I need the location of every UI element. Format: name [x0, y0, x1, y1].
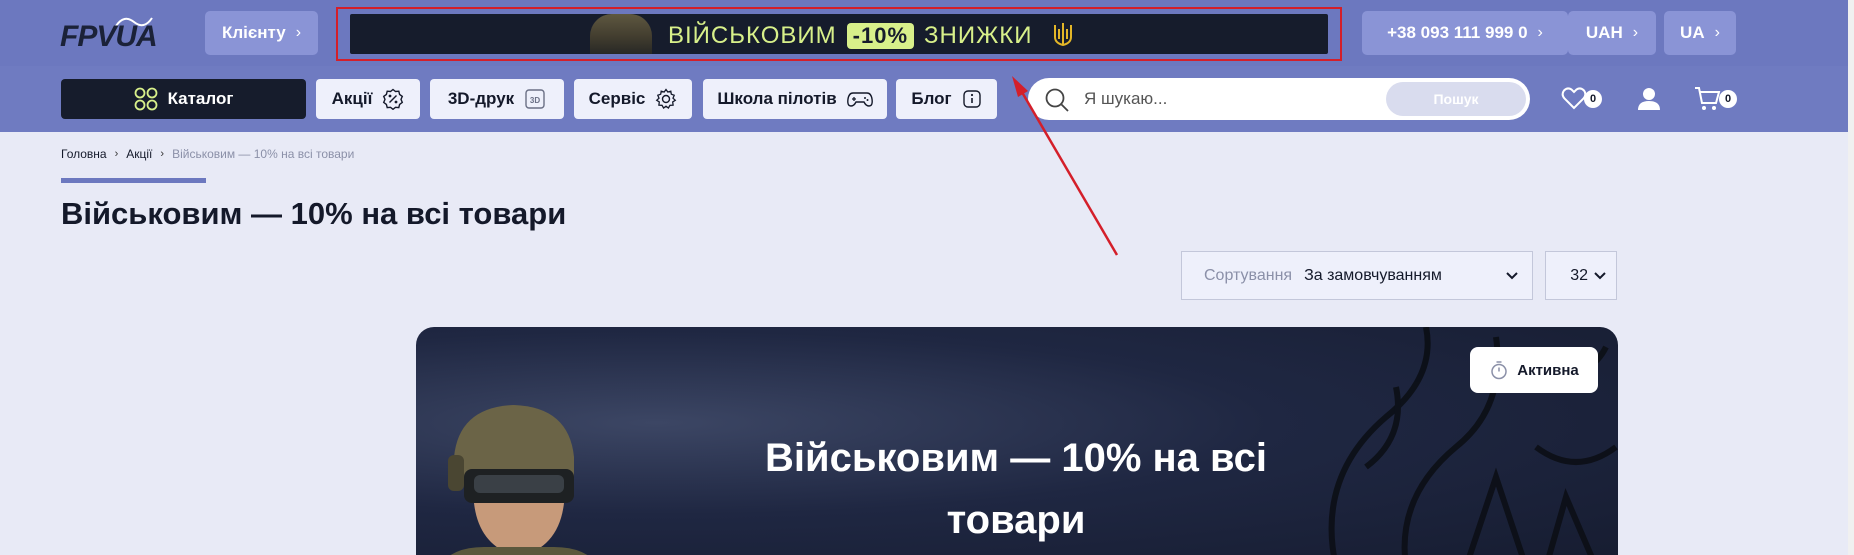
chevron-right-icon: ›	[1714, 24, 1720, 41]
sort-label: Сортування	[1204, 266, 1293, 284]
nav-bar: Каталог Акції 3D-друк 3D Сервіс Школа пі…	[0, 66, 1848, 132]
soldier-image	[448, 405, 588, 555]
nav-item-label: Сервіс	[588, 89, 646, 108]
language-selector[interactable]: UA ›	[1664, 11, 1736, 55]
sort-select[interactable]: Сортування За замовчуванням	[1181, 251, 1533, 300]
sort-value: За замовчуванням	[1304, 266, 1442, 284]
stopwatch-icon	[1491, 361, 1507, 380]
promo-banner-inner: ВІЙСЬКОВИМ -10% ЗНИЖКИ	[350, 14, 1328, 54]
user-icon[interactable]	[1636, 86, 1662, 112]
catalog-button[interactable]: Каталог	[61, 79, 306, 119]
top-bar: FPVUA Клієнту › ВІЙСЬКОВИМ -10% ЗНИЖКИ +…	[0, 0, 1848, 66]
breadcrumb: Головна › Акції › Військовим — 10% на вс…	[61, 147, 354, 161]
nav-item-pilot-school[interactable]: Школа пілотів	[703, 79, 887, 119]
per-page-value: 32	[1570, 266, 1588, 284]
chevron-down-icon	[1594, 271, 1606, 279]
search-button[interactable]: Пошук	[1386, 82, 1526, 116]
promo-hero-banner: Військовим — 10% на всі товари Активна	[416, 327, 1618, 555]
logo[interactable]: FPVUA	[60, 14, 178, 54]
nav-item-label: 3D-друк	[447, 89, 515, 108]
status-label: Активна	[1517, 361, 1579, 379]
catalog-grid-icon	[134, 87, 157, 111]
nav-item-service[interactable]: Сервіс	[574, 79, 692, 119]
cart-count-badge: 0	[1719, 90, 1737, 108]
nav-item-promotions[interactable]: Акції	[316, 79, 420, 119]
scrollbar[interactable]	[1848, 0, 1854, 555]
3d-icon: 3D	[525, 89, 545, 109]
search-input[interactable]	[1084, 87, 1374, 111]
svg-text:3D: 3D	[530, 96, 540, 105]
breadcrumb-current: Військовим — 10% на всі товари	[172, 147, 355, 161]
chevron-down-icon	[1506, 271, 1518, 279]
info-icon	[962, 90, 981, 108]
client-button[interactable]: Клієнту ›	[205, 11, 318, 55]
phone-button[interactable]: +38 093 111 999 0 ›	[1362, 11, 1568, 55]
chevron-right-icon: ›	[1632, 24, 1639, 41]
page-title: Військовим — 10% на всі товари	[61, 196, 567, 231]
promo-banner[interactable]: ВІЙСЬКОВИМ -10% ЗНИЖКИ	[336, 7, 1342, 61]
per-page-select[interactable]: 32	[1545, 251, 1617, 300]
promo-text-after: ЗНИЖКИ	[924, 22, 1033, 49]
logo-text: FPVUA	[60, 20, 158, 53]
trident-icon	[1054, 23, 1072, 47]
client-button-label: Клієнту	[221, 23, 286, 42]
nav-item-label: Акції	[331, 89, 373, 108]
nav-item-label: Школа пілотів	[717, 89, 837, 108]
soldier-image	[590, 14, 652, 54]
promo-text: ВІЙСЬКОВИМ -10% ЗНИЖКИ	[668, 22, 1032, 50]
title-accent-bar	[61, 178, 206, 183]
nav-item-3d-print[interactable]: 3D-друк 3D	[430, 79, 564, 119]
currency-selector[interactable]: UAH ›	[1568, 11, 1656, 55]
gear-icon	[656, 88, 677, 109]
search-box: Пошук	[1028, 78, 1530, 120]
currency-label: UAH	[1585, 23, 1623, 42]
promo-discount-badge: -10%	[846, 23, 914, 49]
catalog-label: Каталог	[167, 89, 234, 108]
chevron-right-icon: ›	[114, 148, 119, 160]
percent-badge-icon	[383, 88, 404, 110]
wishlist-count-badge: 0	[1584, 90, 1602, 108]
nav-item-label: Блог	[911, 89, 952, 108]
status-badge: Активна	[1470, 347, 1598, 393]
chevron-right-icon: ›	[160, 148, 165, 160]
language-label: UA	[1680, 23, 1705, 42]
phone-number: +38 093 111 999 0	[1387, 23, 1528, 42]
hero-title: Військовим — 10% на всі товари	[765, 436, 1267, 542]
chevron-right-icon: ›	[295, 24, 302, 41]
chevron-right-icon: ›	[1537, 24, 1543, 41]
gamepad-icon	[846, 92, 873, 107]
promo-text-before: ВІЙСЬКОВИМ	[668, 22, 837, 49]
cart-icon[interactable]	[1694, 86, 1722, 112]
breadcrumb-promotions[interactable]: Акції	[126, 147, 152, 161]
nav-item-blog[interactable]: Блог	[896, 79, 997, 119]
search-icon	[1045, 88, 1069, 112]
breadcrumb-home[interactable]: Головна	[61, 147, 107, 161]
